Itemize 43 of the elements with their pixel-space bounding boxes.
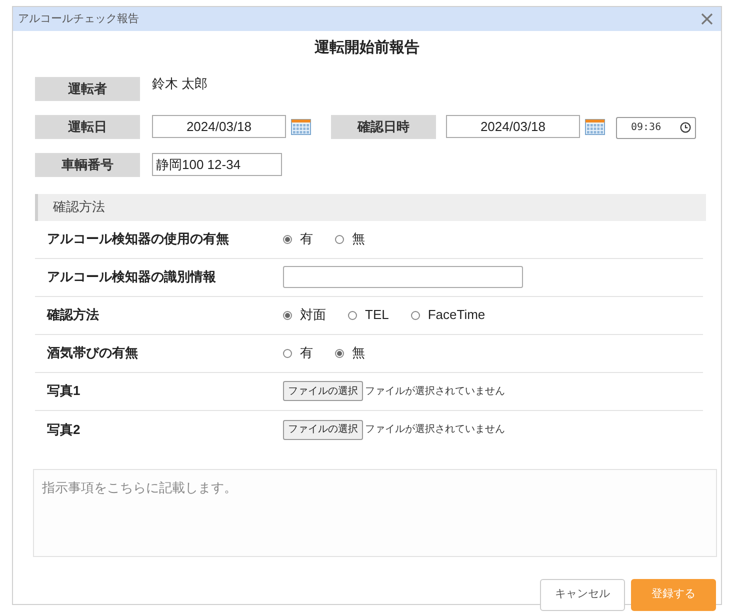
field-label: 運転者 — [35, 76, 140, 100]
field-label: アルコール検知器の識別情報 — [46, 268, 217, 286]
radio-label[interactable]: 対面 — [300, 305, 326, 325]
field-label: 酒気帯びの有無 — [46, 344, 139, 362]
calendar-icon[interactable] — [585, 118, 605, 134]
radio-button[interactable] — [348, 310, 357, 320]
file-select-button[interactable]: ファイルの選択 — [283, 381, 363, 401]
clock-icon[interactable] — [680, 122, 691, 133]
calendar-icon[interactable] — [291, 118, 311, 134]
field-label: 確認方法 — [46, 306, 100, 324]
field-label: 車輌番号 — [35, 152, 140, 176]
file-status: ファイルが選択されていません — [365, 384, 505, 398]
radio-button[interactable] — [335, 348, 344, 358]
window-title: アルコールチェック報告 — [18, 14, 139, 24]
cancel-button[interactable]: キャンセル — [540, 578, 625, 610]
field-label: 運転日 — [35, 114, 140, 138]
date-field[interactable]: 2024/03/18 — [446, 115, 580, 138]
radio-label[interactable]: 有 — [300, 343, 313, 363]
driver-name: 鈴木 太郎 — [152, 74, 208, 92]
radio-label[interactable]: FaceTime — [428, 305, 486, 325]
date-field[interactable]: 2024/03/18 — [152, 115, 286, 138]
radio-label[interactable]: 無 — [352, 229, 365, 249]
radio-button[interactable] — [283, 310, 292, 320]
field-label: アルコール検知器の使用の有無 — [46, 230, 230, 248]
field-label: 写真2 — [46, 420, 82, 439]
text-field[interactable] — [283, 266, 523, 288]
radio-button[interactable] — [283, 234, 292, 244]
field-label: 確認日時 — [331, 114, 436, 138]
text-field[interactable]: 静岡100 12-34 — [152, 153, 282, 176]
radio-label[interactable]: 有 — [300, 229, 313, 249]
time-field[interactable]: 09:36 — [616, 116, 696, 138]
radio-label[interactable]: TEL — [365, 305, 389, 325]
close-icon[interactable] — [701, 13, 713, 25]
form-heading: 運転開始前報告 — [314, 38, 420, 58]
radio-label[interactable]: 無 — [352, 343, 365, 363]
file-select-button[interactable]: ファイルの選択 — [283, 420, 363, 440]
radio-button[interactable] — [335, 234, 344, 244]
radio-button[interactable] — [410, 310, 420, 320]
field-label: 写真1 — [46, 382, 82, 400]
file-status: ファイルが選択されていません — [365, 423, 505, 437]
notes-field[interactable]: 指示事項をこちらに記載します。 — [33, 468, 717, 556]
radio-button[interactable] — [283, 348, 292, 358]
section-header: 確認方法 — [35, 194, 706, 220]
